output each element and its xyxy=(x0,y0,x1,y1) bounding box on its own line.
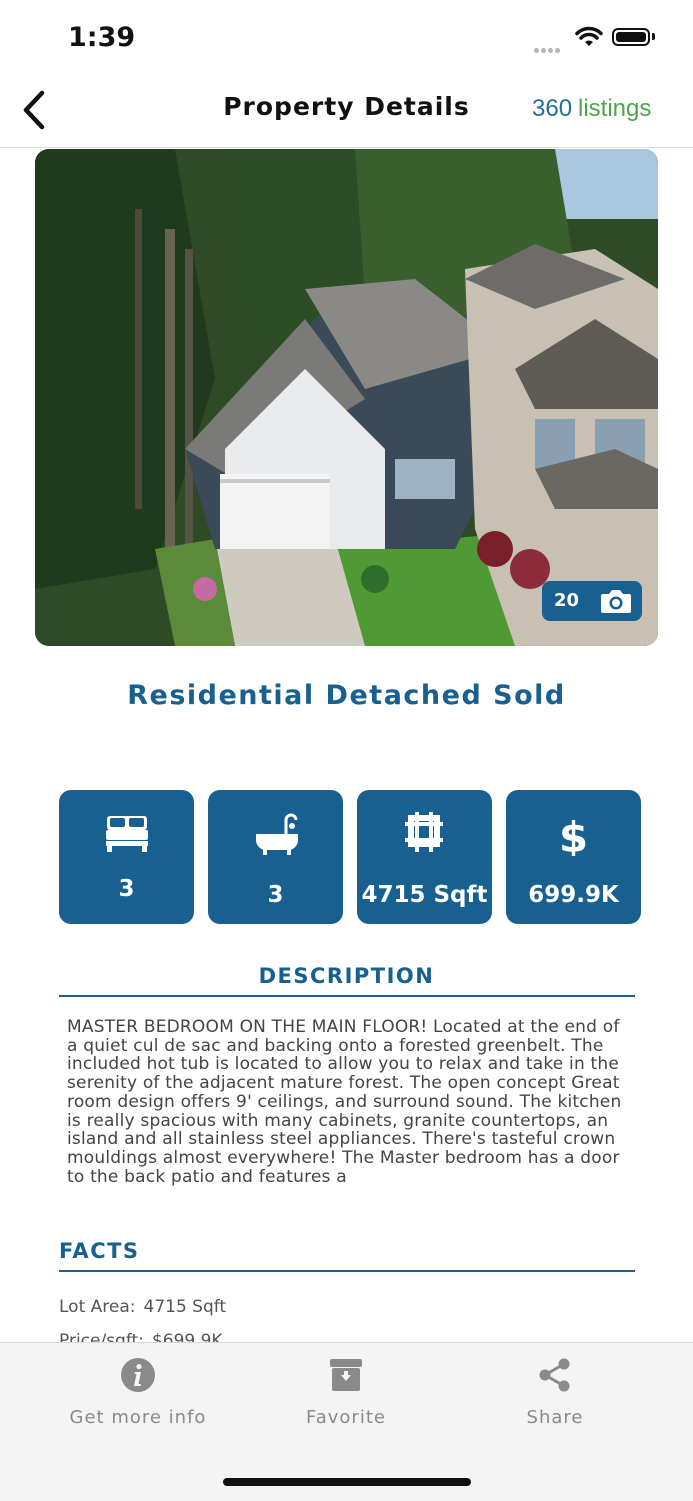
favorite-button[interactable]: Favorite xyxy=(246,1357,446,1428)
logo-text-number: 360 xyxy=(532,95,573,122)
get-more-info-button[interactable]: Get more info xyxy=(38,1357,238,1428)
battery-icon xyxy=(612,28,650,46)
bathtub-icon xyxy=(256,813,298,855)
stat-bathrooms-value: 3 xyxy=(267,882,284,908)
stat-area[interactable]: 4715 Sqft xyxy=(357,790,492,924)
description-text: MASTER BEDROOM ON THE MAIN FLOOR! Locate… xyxy=(67,1018,622,1187)
fact-label: Price/sqft: xyxy=(59,1331,144,1342)
share-label: Share xyxy=(526,1407,584,1428)
fact-value: $699.9K xyxy=(151,1331,223,1342)
facts-heading: FACTS xyxy=(59,1239,140,1263)
stat-bathrooms[interactable]: 3 xyxy=(208,790,343,924)
stat-price-value: 699.9K xyxy=(528,882,619,908)
bed-icon xyxy=(106,816,148,852)
logo-text-word: listings xyxy=(578,95,652,122)
signal-icon xyxy=(534,38,562,57)
photo-count: 20 xyxy=(554,590,580,611)
status-bar: 1:39 xyxy=(0,0,693,75)
property-photo[interactable] xyxy=(35,149,658,646)
stat-area-value: 4715 Sqft xyxy=(361,882,488,908)
photo-count-badge[interactable]: 20 xyxy=(542,581,642,621)
battery-tip xyxy=(652,33,655,40)
house-image xyxy=(35,149,658,646)
fact-row: Price/sqft: $699.9K xyxy=(59,1328,635,1342)
get-more-info-label: Get more info xyxy=(69,1407,207,1428)
fact-row: Lot Area: 4715 Sqft xyxy=(59,1294,635,1328)
share-button[interactable]: Share xyxy=(455,1357,655,1428)
stat-bedrooms[interactable]: 3 xyxy=(59,790,194,924)
favorite-label: Favorite xyxy=(306,1407,386,1428)
fact-label: Lot Area: xyxy=(59,1297,136,1317)
listing-title: Residential Detached Sold xyxy=(127,680,566,711)
stat-bedrooms-value: 3 xyxy=(118,876,135,902)
share-icon xyxy=(539,1358,570,1392)
fact-value: 4715 Sqft xyxy=(143,1297,227,1317)
info-icon xyxy=(121,1358,155,1392)
svg-text:$: $ xyxy=(559,813,588,856)
brand-logo: 360 listings xyxy=(532,95,656,125)
stat-price[interactable]: $ 699.9K xyxy=(506,790,641,924)
camera-icon xyxy=(601,590,631,613)
wifi-icon xyxy=(575,26,603,46)
dollar-icon: $ xyxy=(559,813,588,856)
stats-tiles: 3 3 4715 Sqft $ 699.9K xyxy=(59,790,641,924)
archive-icon xyxy=(330,1359,362,1391)
home-indicator xyxy=(223,1478,471,1486)
facts-list: Lot Area: 4715 Sqft Price/sqft: $699.9K xyxy=(59,1294,635,1342)
description-heading: DESCRIPTION xyxy=(258,964,435,988)
description-divider xyxy=(59,995,635,997)
area-icon xyxy=(405,812,443,852)
facts-divider xyxy=(59,1270,635,1272)
nav-bar: Property Details 360 listings xyxy=(0,75,693,148)
status-time: 1:39 xyxy=(68,22,136,53)
